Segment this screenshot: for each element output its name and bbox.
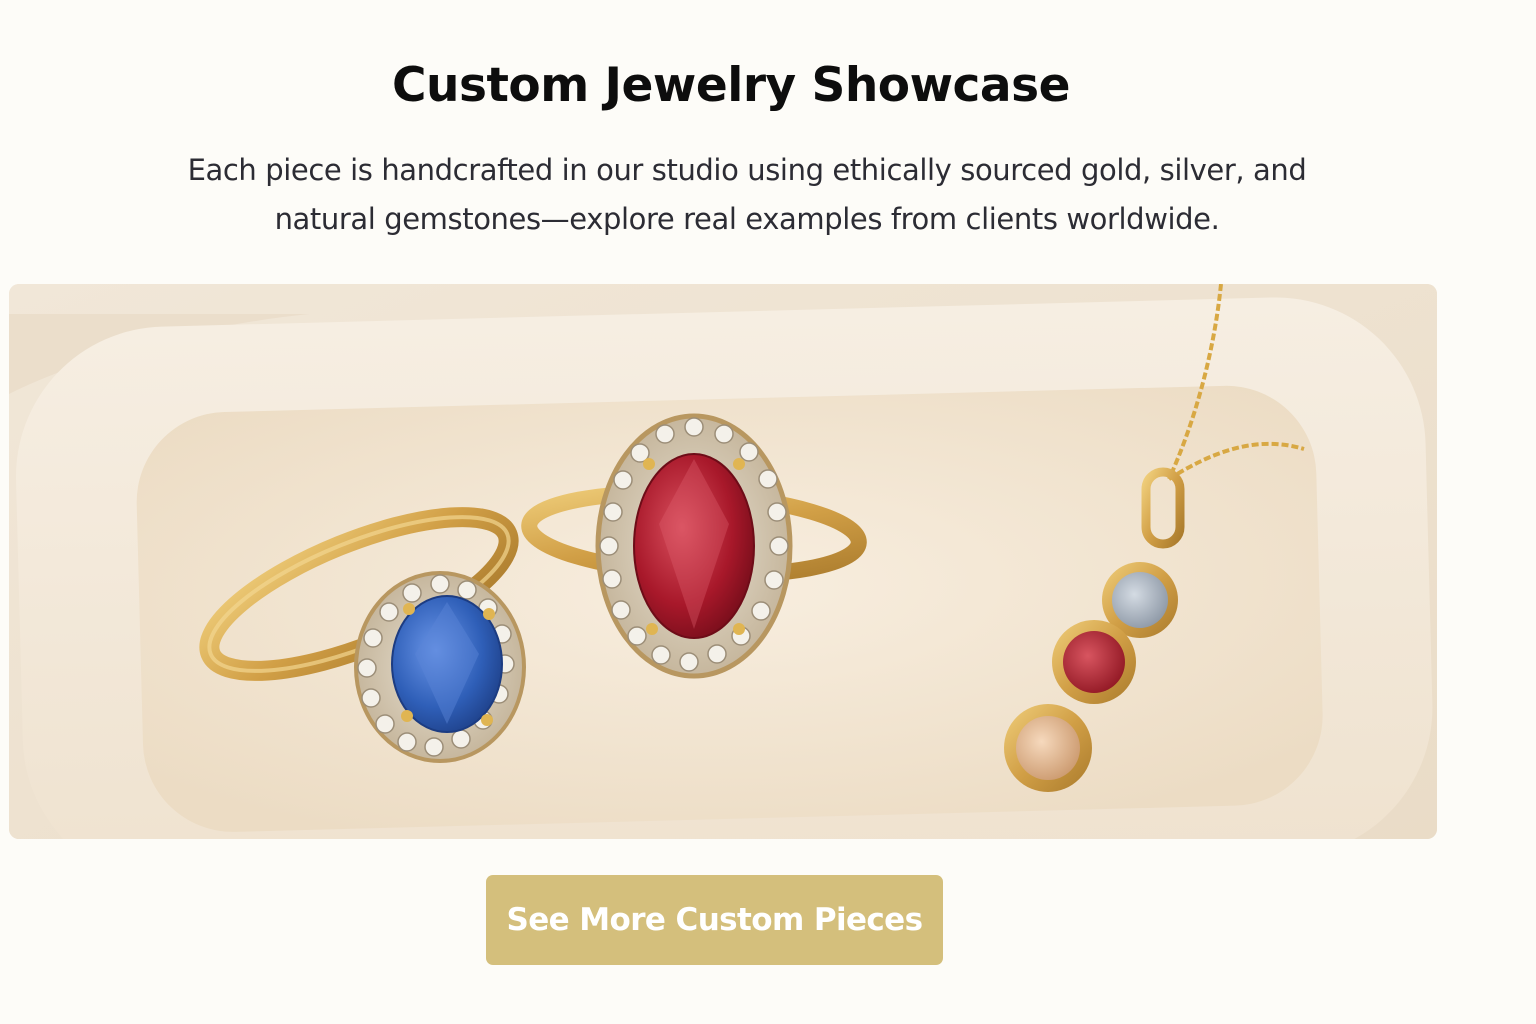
showcase-photo xyxy=(9,284,1437,839)
page-intro: Each piece is handcrafted in our studio … xyxy=(187,153,1307,236)
page-title: Custom Jewelry Showcase xyxy=(392,58,1070,113)
see-more-button[interactable]: See More Custom Pieces xyxy=(486,875,943,965)
